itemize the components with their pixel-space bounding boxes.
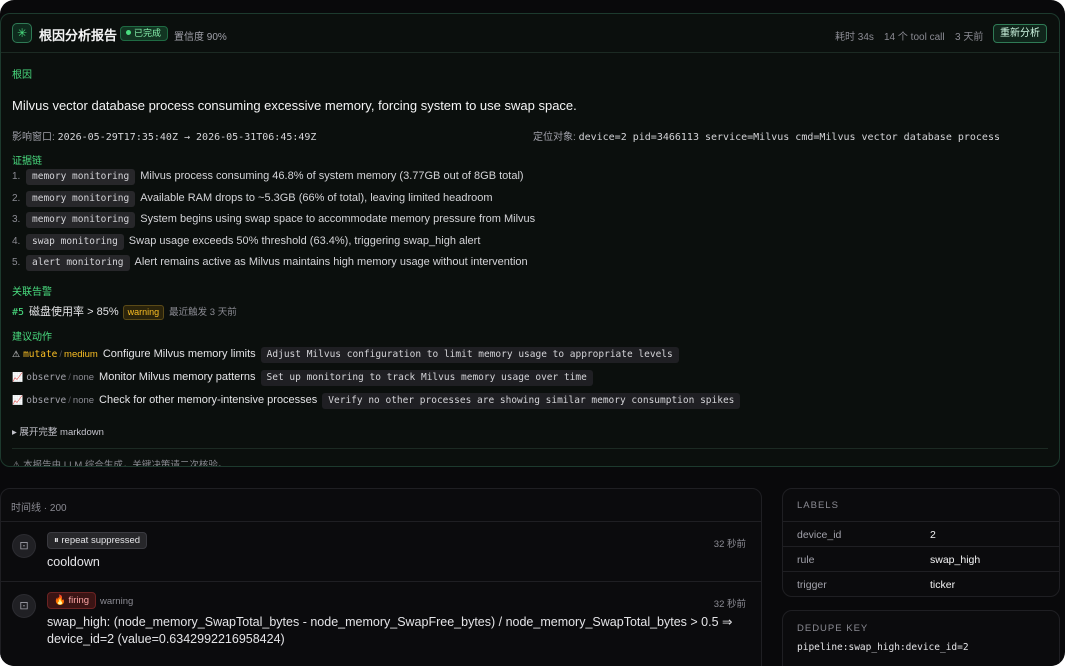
rca-report-card: ✳ 根因分析报告 已完成 置信度 90% 耗时 34s 14 个 tool ca… — [0, 13, 1060, 467]
action-detail: Set up monitoring to track Milvus memory… — [260, 370, 593, 386]
impact-window: 影响窗口: 2026-05-29T17:35:40Z → 2026-05-31T… — [12, 132, 317, 143]
action-title: Monitor Milvus memory patterns — [99, 371, 256, 383]
alert-name: 磁盘使用率 > 85% — [29, 306, 119, 318]
confidence-label: 置信度 90% — [174, 32, 227, 43]
evidence-tag: alert monitoring — [26, 255, 130, 271]
alert-id: #5 — [12, 307, 25, 318]
report-age: 3 天前 — [955, 32, 984, 43]
actions-heading: 建议动作 — [12, 332, 52, 343]
timeline-panel: 时间线 · 200 ⊡ ⏸ repeat suppressed 32 秒前 co… — [0, 488, 762, 666]
label-key: device_id — [797, 529, 842, 541]
label-row: trigger ticker — [783, 571, 1059, 596]
evidence-tag: memory monitoring — [26, 169, 136, 185]
label-value: ticker — [930, 579, 956, 591]
evidence-tag: memory monitoring — [26, 191, 136, 207]
evidence-item: 4. swap monitoring Swap usage exceeds 50% … — [12, 234, 480, 250]
action-risk: none — [72, 372, 95, 383]
root-cause-text: Milvus vector database process consuming… — [12, 98, 577, 113]
action-kind: mutate — [23, 349, 58, 360]
robot-icon: ⊡ — [12, 594, 36, 618]
event-time: 32 秒前 — [713, 599, 746, 610]
evidence-item: 3. memory monitoring System begins using s… — [12, 212, 535, 228]
label-key: trigger — [797, 579, 827, 591]
app-frame: ✳ 根因分析报告 已完成 置信度 90% 耗时 34s 14 个 tool ca… — [0, 0, 1065, 666]
event-type-badge: 🔥 firing — [47, 592, 97, 609]
action-item: 📈 observe / none Monitor Milvus memory patte… — [12, 370, 593, 387]
label-row: rule swap_high — [783, 546, 1059, 571]
evidence-tag: memory monitoring — [26, 212, 136, 228]
sparkle-icon: ✳ — [12, 23, 32, 43]
action-item: 📈 observe / none Check for other memory-inte… — [12, 393, 741, 410]
action-detail: Verify no other processes are showing si… — [322, 393, 741, 409]
dedupe-value: pipeline:swap_high:device_id=2 — [797, 642, 969, 653]
root-cause-heading: 根因 — [12, 70, 32, 81]
labels-title: LABELS — [797, 500, 839, 511]
target-value: device=2 pid=3466113 service=Milvus cmd=… — [578, 132, 1000, 143]
chart-icon: 📈 — [12, 395, 24, 405]
target-locator: 定位对象: device=2 pid=3466113 service=Milvu… — [533, 132, 1000, 143]
evidence-item: 5. alert monitoring Alert remains active a… — [12, 255, 528, 271]
action-title: Check for other memory-intensive process… — [99, 394, 318, 406]
action-risk: medium — [64, 349, 98, 360]
status-text: 已完成 — [134, 28, 162, 38]
event-body: swap_high: (node_memory_SwapTotal_bytes … — [47, 615, 733, 646]
timeline-event[interactable]: ⊡ 🔥 firing warning 32 秒前 swap_high: (nod… — [1, 581, 761, 666]
dedupe-key-panel: DEDUPE KEY pipeline:swap_high:device_id=… — [782, 610, 1060, 666]
evidence-item: 2. memory monitoring Available RAM drops t… — [12, 191, 493, 207]
timeline-event[interactable]: ⊡ ⏸ repeat suppressed 32 秒前 cooldown — [1, 521, 761, 582]
action-kind: observe — [26, 395, 67, 406]
label-value: 2 — [930, 529, 936, 541]
evidence-item: 1. memory monitoring Milvus process consum… — [12, 169, 524, 185]
robot-icon: ⊡ — [12, 534, 36, 558]
status-badge: 已完成 — [120, 26, 169, 41]
rerun-analysis-button[interactable]: 重新分析 — [993, 24, 1047, 43]
status-dot-icon — [126, 30, 131, 35]
event-time: 32 秒前 — [713, 539, 746, 550]
chart-icon: 📈 — [12, 372, 24, 382]
evidence-tag: swap monitoring — [26, 234, 124, 250]
severity-badge: warning — [122, 305, 165, 320]
evidence-heading: 证据链 — [12, 156, 42, 167]
action-item: ⚠ mutate / medium Configure Milvus memory li… — [12, 347, 679, 364]
action-title: Configure Milvus memory limits — [102, 348, 256, 360]
event-body: cooldown — [47, 555, 100, 569]
expand-markdown-toggle[interactable]: ▸ 展开完整 markdown — [12, 424, 104, 438]
action-risk: none — [72, 395, 95, 406]
llm-disclaimer: ⚠ 本报告由 LLM 综合生成，关键决策请二次核验。 — [12, 460, 228, 467]
dedupe-title: DEDUPE KEY — [797, 623, 869, 634]
timeline-header: 时间线 · 200 — [11, 503, 67, 514]
label-value: swap_high — [930, 554, 981, 566]
labels-panel: LABELS device_id 2 rule swap_high trigger t… — [782, 488, 1060, 597]
action-detail: Adjust Milvus configuration to limit mem… — [260, 347, 679, 363]
report-title: 根因分析报告 — [39, 28, 118, 43]
impact-window-value: 2026-05-29T17:35:40Z → 2026-05-31T06:45:… — [57, 132, 317, 143]
divider — [12, 448, 1048, 449]
related-alert-item[interactable]: #5 磁盘使用率 > 85% warning 最近触发 3 天前 — [12, 303, 237, 320]
event-severity: warning — [100, 596, 134, 607]
label-row: device_id 2 — [783, 521, 1059, 546]
tool-call-count: 14 个 tool call — [884, 32, 945, 43]
action-kind: observe — [26, 372, 67, 383]
report-header: ✳ 根因分析报告 已完成 置信度 90% 耗时 34s 14 个 tool ca… — [1, 14, 1059, 53]
warning-icon: ⚠ — [12, 349, 21, 359]
label-key: rule — [797, 554, 815, 566]
alert-last-fired: 最近触发 3 天前 — [169, 307, 237, 318]
related-alerts-heading: 关联告警 — [12, 287, 52, 298]
event-type-badge: ⏸ repeat suppressed — [47, 532, 148, 549]
duration-label: 耗时 34s — [835, 32, 874, 43]
